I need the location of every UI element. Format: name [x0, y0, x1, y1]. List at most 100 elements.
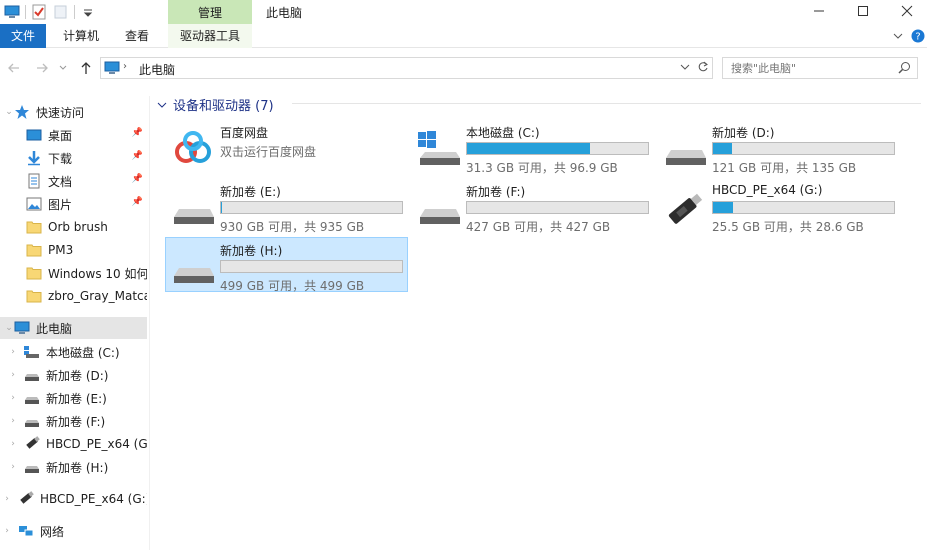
chevron-right-icon[interactable]: › [8, 462, 18, 472]
sidebar-item-drive-d[interactable]: › 新加卷 (D:) [0, 364, 147, 386]
tab-file[interactable]: 文件 [0, 24, 46, 48]
arrow-up-icon [81, 62, 91, 74]
tile-drive-e[interactable]: 新加卷 (E:) 930 GB 可用，共 935 GB [166, 179, 408, 234]
sidebar-item-this-pc[interactable]: ⌄ 此电脑 [0, 317, 147, 339]
sidebar-item-drive-h[interactable]: › 新加卷 (H:) [0, 456, 147, 478]
tile-baidu-netdisk[interactable]: 百度网盘 双击运行百度网盘 [166, 120, 408, 174]
maximize-button[interactable] [840, 0, 886, 22]
computer-icon [104, 60, 120, 79]
tile-name: HBCD_PE_x64 (G:) [712, 183, 823, 197]
capacity-bar-fill [713, 202, 733, 213]
chevron-right-icon[interactable]: › [8, 347, 18, 357]
capacity-bar [712, 201, 895, 214]
recent-locations-button[interactable] [58, 60, 68, 76]
drive-icon [420, 209, 460, 224]
drive-icon [24, 413, 40, 429]
search-box[interactable] [722, 57, 918, 79]
sidebar-item-label: Orb brush [48, 220, 108, 234]
sidebar-item-drive-c[interactable]: › 本地磁盘 (C:) [0, 341, 147, 363]
breadcrumb-this-pc[interactable]: 此电脑 [139, 61, 175, 78]
sidebar-item-label: HBCD_PE_x64 (G:) [40, 492, 147, 506]
properties-icon[interactable] [31, 4, 47, 20]
help-button[interactable]: ? [910, 28, 926, 44]
sidebar-quick-access[interactable]: ⌄ 快速访问 [0, 101, 147, 123]
refresh-button[interactable] [697, 61, 709, 76]
group-title: 设备和驱动器 (7) [173, 99, 274, 114]
chevron-right-icon[interactable]: › [8, 370, 18, 380]
expand-ribbon-button[interactable] [890, 28, 906, 44]
capacity-bar-fill [713, 143, 732, 154]
toolbar-separator [74, 5, 75, 19]
chevron-down-icon [157, 102, 167, 108]
tile-drive-h[interactable]: 新加卷 (H:) 499 GB 可用，共 499 GB [165, 237, 408, 293]
sidebar-item-label: 新加卷 (E:) [46, 391, 107, 406]
tile-drive-f[interactable]: 新加卷 (F:) 427 GB 可用，共 427 GB [412, 179, 654, 234]
minimize-icon [814, 10, 824, 12]
drive-icon [24, 390, 40, 406]
sidebar-item-pm3[interactable]: PM3 [0, 239, 147, 261]
new-folder-icon[interactable] [53, 4, 69, 20]
tab-computer[interactable]: 计算机 [52, 24, 110, 48]
chevron-expanded-icon[interactable]: ⌄ [4, 323, 14, 333]
group-divider [292, 103, 921, 104]
ribbon-tab-bar: 文件 计算机 查看 驱动器工具 ? [0, 24, 927, 48]
tile-drive-c[interactable]: 本地磁盘 (C:) 31.3 GB 可用，共 96.9 GB [412, 120, 654, 175]
close-button[interactable] [884, 0, 927, 22]
drive-icon [666, 150, 706, 165]
sidebar-item-label: 快速访问 [36, 105, 85, 120]
tab-drive-tools[interactable]: 驱动器工具 [168, 24, 252, 48]
tile-name: 新加卷 (D:) [712, 126, 775, 140]
tab-manage[interactable]: 管理 [168, 0, 252, 24]
sidebar-item-usb-root[interactable]: › HBCD_PE_x64 (G:) [0, 488, 147, 510]
computer-icon[interactable] [4, 4, 20, 20]
tile-space: 499 GB 可用，共 499 GB [220, 279, 365, 293]
chevron-right-icon[interactable]: › [8, 393, 18, 403]
sidebar-item-drive-g[interactable]: › HBCD_PE_x64 (G:) [0, 433, 147, 455]
sidebar-item-drive-e[interactable]: › 新加卷 (E:) [0, 387, 147, 409]
usb-icon [18, 491, 34, 507]
search-icon[interactable] [898, 61, 911, 77]
sidebar-item-label: 下载 [48, 151, 73, 166]
tile-space: 930 GB 可用，共 935 GB [220, 220, 365, 234]
chevron-right-icon[interactable]: › [2, 494, 12, 504]
tab-view[interactable]: 查看 [114, 24, 160, 48]
breadcrumb-chevron-icon[interactable]: › [123, 61, 127, 72]
sidebar-item-drive-f[interactable]: › 新加卷 (F:) [0, 410, 147, 432]
capacity-bar-fill [221, 202, 223, 213]
pin-icon[interactable]: 📌 [132, 197, 143, 207]
sidebar-item-label: 文档 [48, 174, 73, 189]
chevron-expanded-icon[interactable]: ⌄ [4, 107, 14, 117]
sidebar-item-desktop[interactable]: 桌面 📌 [0, 124, 147, 146]
navigation-pane: ⌄ 快速访问 桌面 📌 下载 📌 文档 📌 图片 📌 Orb brush PM3… [0, 96, 150, 550]
chevron-right-icon[interactable]: › [8, 439, 18, 449]
address-bar[interactable]: › 此电脑 [100, 57, 713, 79]
back-button[interactable] [6, 60, 22, 76]
drive-icon [24, 459, 40, 475]
chevron-right-icon[interactable]: › [2, 526, 12, 536]
baidu-netdisk-icon [175, 131, 211, 163]
address-dropdown-button[interactable] [679, 61, 691, 76]
close-icon [901, 5, 913, 17]
customize-toolbar-icon[interactable] [80, 4, 96, 20]
tile-drive-d[interactable]: 新加卷 (D:) 121 GB 可用，共 135 GB [658, 120, 900, 175]
sidebar-item-network[interactable]: › 网络 [0, 520, 147, 542]
system-drive-icon [418, 131, 460, 165]
sidebar-item-windows10[interactable]: Windows 10 如何( [0, 262, 147, 284]
sidebar-item-orb-brush[interactable]: Orb brush [0, 216, 147, 238]
pin-icon[interactable]: 📌 [132, 174, 143, 184]
up-button[interactable] [78, 60, 94, 76]
pin-icon[interactable]: 📌 [132, 151, 143, 161]
minimize-button[interactable] [796, 0, 842, 22]
sidebar-item-zbro[interactable]: zbro_Gray_Matcap [0, 285, 147, 307]
sidebar-item-downloads[interactable]: 下载 📌 [0, 147, 147, 169]
sidebar-item-pictures[interactable]: 图片 📌 [0, 193, 147, 215]
chevron-right-icon[interactable]: › [8, 416, 18, 426]
forward-button[interactable] [34, 60, 50, 76]
sidebar-item-documents[interactable]: 文档 📌 [0, 170, 147, 192]
group-header-devices[interactable]: 设备和驱动器 (7) [157, 95, 274, 114]
chevron-down-icon [59, 65, 67, 70]
search-input[interactable] [731, 60, 891, 76]
arrow-right-icon [37, 63, 48, 73]
pin-icon[interactable]: 📌 [132, 128, 143, 138]
tile-drive-g[interactable]: HBCD_PE_x64 (G:) 25.5 GB 可用，共 28.6 GB [658, 179, 900, 234]
